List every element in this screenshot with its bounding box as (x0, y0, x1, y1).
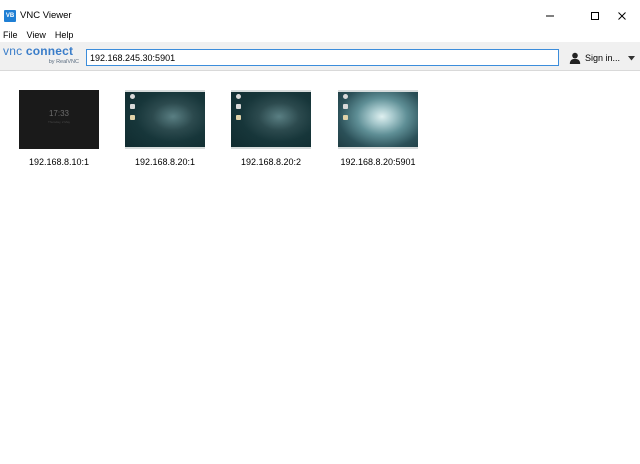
menu-view[interactable]: View (24, 28, 49, 42)
lock-screen-thumbnail[interactable]: 17:33 Thursday, 2 May (19, 90, 99, 149)
folder-icon (130, 115, 135, 120)
app-icon: VB (4, 10, 16, 22)
trash-icon (236, 104, 241, 109)
trash-icon (343, 104, 348, 109)
menu-bar: File View Help (0, 28, 79, 42)
home-icon (130, 94, 135, 99)
thumbnail-clock: 17:33 (48, 109, 70, 118)
logo-byline: by RealVNC (48, 59, 79, 65)
connection-label[interactable]: 192.168.8.10:1 (9, 157, 109, 167)
desktop-top-panel (338, 90, 418, 92)
sign-in-button[interactable]: Sign in... (569, 50, 636, 66)
address-input[interactable] (86, 49, 559, 66)
home-icon (236, 94, 241, 99)
folder-icon (343, 115, 348, 120)
logo-connect-text: connect (25, 44, 74, 58)
close-icon (618, 12, 626, 20)
desktop-bottom-panel (125, 147, 205, 149)
close-button[interactable] (604, 0, 640, 32)
connection-label[interactable]: 192.168.8.20:2 (221, 157, 321, 167)
desktop-thumbnail[interactable] (231, 90, 311, 149)
chevron-down-icon[interactable] (628, 55, 636, 61)
title-bar: VB VNC Viewer (0, 0, 640, 32)
vnc-connect-logo: vnc connect by RealVNC (3, 45, 81, 67)
desktop-bottom-panel (338, 147, 418, 149)
desktop-thumbnail[interactable] (338, 90, 418, 149)
minimize-icon (546, 15, 554, 17)
menu-file[interactable]: File (0, 28, 21, 42)
desktop-bottom-panel (231, 147, 311, 149)
toolbar: vnc connect by RealVNC Sign in... (0, 42, 640, 71)
sign-in-label: Sign in... (585, 53, 621, 63)
home-icon (343, 94, 348, 99)
folder-icon (236, 115, 241, 120)
minimize-button[interactable] (532, 0, 568, 32)
desktop-thumbnail[interactable] (125, 90, 205, 149)
menu-help[interactable]: Help (52, 28, 77, 42)
user-icon (569, 52, 581, 64)
connection-label[interactable]: 192.168.8.20:1 (115, 157, 215, 167)
connection-label[interactable]: 192.168.8.20:5901 (328, 157, 428, 167)
maximize-icon (591, 12, 599, 20)
desktop-top-panel (231, 90, 311, 92)
desktop-top-panel (125, 90, 205, 92)
logo-vnc-text: vnc (3, 44, 23, 58)
trash-icon (130, 104, 135, 109)
thumbnail-date: Thursday, 2 May (47, 120, 71, 124)
window-title: VNC Viewer (20, 10, 72, 21)
